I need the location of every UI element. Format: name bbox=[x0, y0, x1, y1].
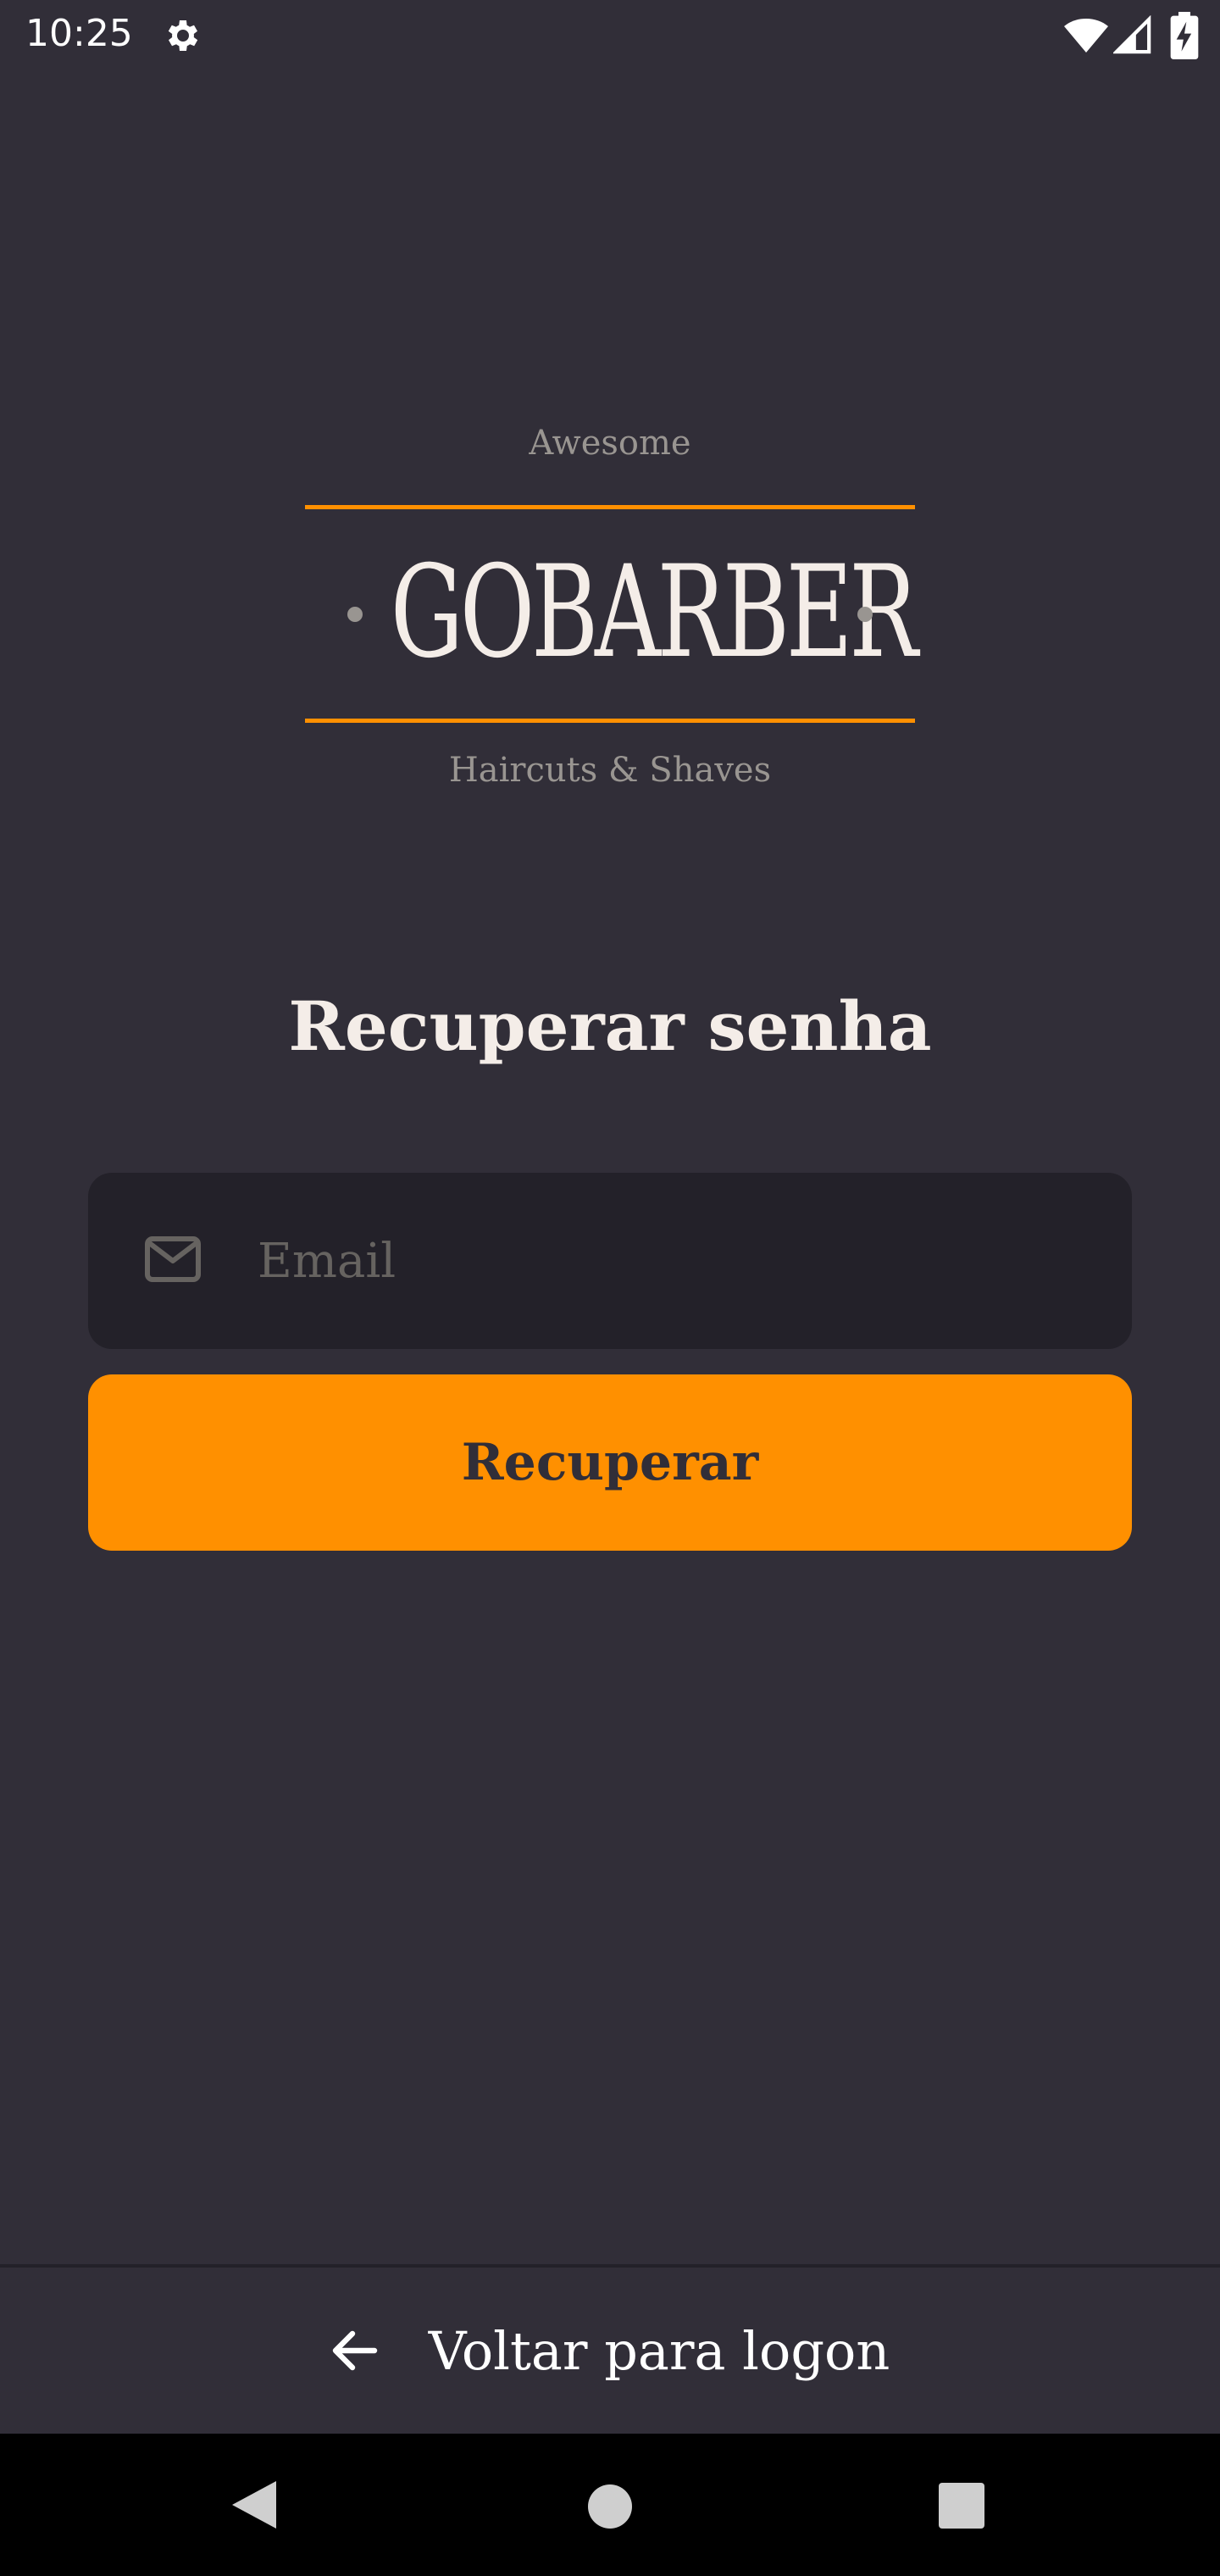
logo-dot-left bbox=[347, 607, 363, 622]
back-triangle-icon[interactable] bbox=[229, 2478, 280, 2532]
arrow-left-icon bbox=[332, 2330, 377, 2371]
logo-divider-bottom bbox=[305, 719, 915, 723]
page-title: Recuperar senha bbox=[288, 986, 932, 1066]
logo-divider-top bbox=[305, 505, 915, 509]
battery-icon bbox=[1170, 12, 1199, 59]
home-circle-icon[interactable] bbox=[588, 2484, 632, 2529]
gobarber-logo: Awesome GOBARBER Haircuts & Shaves bbox=[305, 424, 918, 813]
logo-brand-name: GOBARBER bbox=[390, 539, 918, 686]
recover-button[interactable]: Recuperar bbox=[88, 1374, 1132, 1551]
back-to-logon-link[interactable]: Voltar para logon bbox=[0, 2268, 1220, 2434]
mail-icon bbox=[145, 1236, 201, 1282]
status-bar: 10:25 bbox=[0, 0, 1220, 71]
signal-icon bbox=[1113, 15, 1151, 54]
email-input[interactable] bbox=[258, 1173, 1096, 1349]
settings-icon bbox=[168, 20, 198, 51]
status-time: 10:25 bbox=[25, 12, 133, 55]
back-to-logon-label: Voltar para logon bbox=[428, 2319, 890, 2382]
recents-square-icon[interactable] bbox=[939, 2483, 984, 2529]
wifi-icon bbox=[1064, 19, 1108, 53]
logo-tagline: Haircuts & Shaves bbox=[448, 751, 772, 790]
logo-dot-right bbox=[857, 607, 873, 622]
email-field[interactable] bbox=[88, 1173, 1132, 1349]
logo-overline: Awesome bbox=[529, 424, 691, 463]
